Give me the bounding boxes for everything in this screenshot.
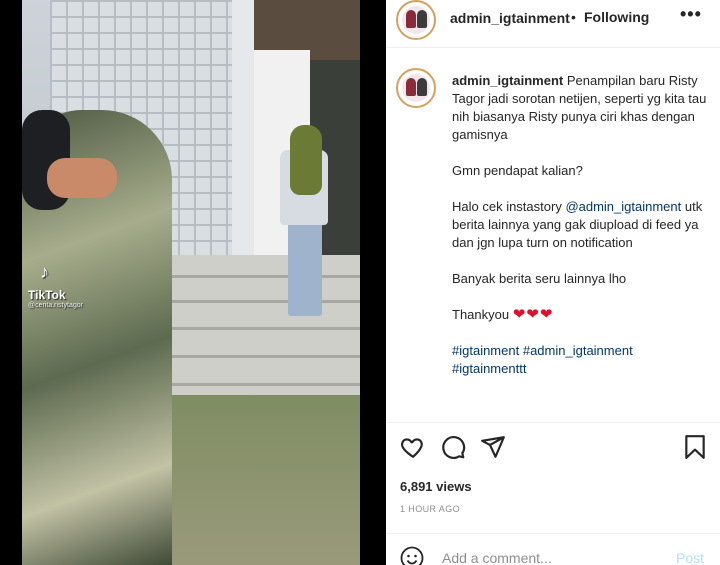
header-avatar[interactable]	[396, 0, 436, 40]
hashtag-link[interactable]: #igtainmenttt	[452, 361, 526, 376]
caption-mention-link[interactable]: @admin_igtainment	[565, 199, 681, 214]
actions-divider	[386, 422, 720, 423]
more-options-icon[interactable]: •••	[680, 4, 702, 25]
comment-input[interactable]	[442, 549, 642, 565]
share-icon[interactable]	[480, 434, 508, 462]
caption-username[interactable]: admin_igtainment	[452, 73, 563, 88]
comment-icon[interactable]	[440, 434, 468, 462]
scene-photographer-hand	[47, 158, 117, 198]
hashtag-link[interactable]: #igtainment	[452, 343, 519, 358]
caption-text-2: Gmn pendapat kalian?	[452, 163, 583, 178]
scene-person-legs	[288, 218, 322, 316]
header-separator: •	[571, 9, 576, 25]
right-letterbox	[360, 0, 386, 565]
caption-text-3a: Halo cek instastory	[452, 199, 566, 214]
following-button[interactable]: Following	[584, 9, 649, 25]
post-caption: admin_igtainment Penampilan baru Risty T…	[452, 72, 714, 378]
emoji-icon[interactable]	[400, 546, 424, 565]
left-letterbox	[0, 0, 22, 565]
action-bar	[398, 434, 710, 464]
scene-person-hijab	[290, 125, 322, 195]
comment-bar: Post	[386, 534, 720, 565]
scene-pillar	[232, 0, 254, 270]
tiktok-watermark: TikTok	[28, 288, 66, 302]
caption-avatar[interactable]	[396, 68, 436, 108]
view-count[interactable]: 6,891 views	[400, 479, 472, 494]
caption-text-5: Thankyou	[452, 307, 510, 322]
heart-emojis: ❤❤❤	[512, 306, 554, 323]
post-timestamp[interactable]: 1 HOUR AGO	[400, 504, 460, 514]
video-media[interactable]: ♪ TikTok @cerita.ristytagor	[22, 0, 360, 565]
hashtag-link[interactable]: #admin_igtainment	[523, 343, 633, 358]
caption-text-4: Banyak berita seru lainnya lho	[452, 271, 627, 286]
post-comment-button[interactable]: Post	[676, 550, 704, 565]
tiktok-logo-icon: ♪	[40, 262, 49, 282]
post-header: admin_igtainment • Following •••	[386, 0, 720, 48]
tiktok-watermark-user: @cerita.ristytagor	[28, 302, 83, 309]
heart-icon[interactable]	[400, 434, 428, 462]
bookmark-icon[interactable]	[682, 434, 710, 462]
post-side-panel: admin_igtainment • Following ••• admin_i…	[386, 0, 720, 565]
header-username[interactable]: admin_igtainment	[450, 10, 570, 26]
